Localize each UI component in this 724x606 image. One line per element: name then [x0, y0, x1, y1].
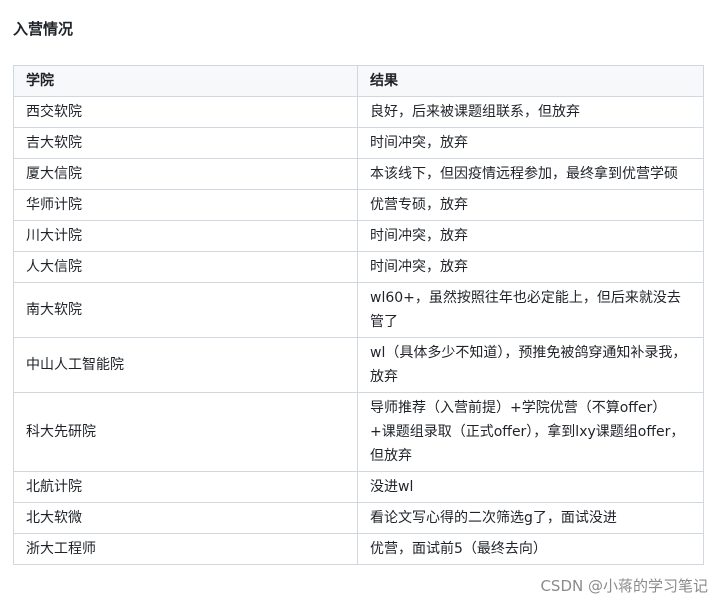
table-row: 吉大软院 时间冲突，放弃	[13, 127, 704, 159]
school-cell: 华师计院	[13, 189, 358, 221]
csdn-watermark: CSDN @小蒋的学习笔记	[540, 577, 708, 595]
table-row: 南大软院 wl60+，虽然按照往年也必定能上，但后来就没去管了	[13, 282, 704, 338]
school-cell: 吉大软院	[13, 127, 358, 159]
table-row: 中山人工智能院 wl（具体多少不知道），预推免被鸽穿通知补录我，放弃	[13, 337, 704, 393]
result-cell: 没进wl	[357, 471, 704, 503]
school-cell: 南大软院	[13, 282, 358, 338]
result-cell: 优营，面试前5（最终去向）	[357, 533, 704, 565]
result-cell: 优营专硕，放弃	[357, 189, 704, 221]
school-cell: 西交软院	[13, 96, 358, 128]
column-header-school: 学院	[13, 65, 358, 97]
result-cell: 导师推荐（入营前提）+学院优营（不算offer）+课题组录取（正式offer），…	[357, 392, 704, 472]
table-row: 川大计院 时间冲突，放弃	[13, 220, 704, 252]
table-header-row: 学院 结果	[13, 65, 704, 97]
result-cell: 时间冲突，放弃	[357, 251, 704, 283]
school-cell: 北大软微	[13, 502, 358, 534]
result-cell: 时间冲突，放弃	[357, 220, 704, 252]
table-row: 浙大工程师 优营，面试前5（最终去向）	[13, 533, 704, 565]
table-row: 华师计院 优营专硕，放弃	[13, 189, 704, 221]
school-cell: 浙大工程师	[13, 533, 358, 565]
admission-results-table: 学院 结果 西交软院 良好，后来被课题组联系，但放弃 吉大软院 时间冲突，放弃 …	[13, 65, 704, 565]
school-cell: 中山人工智能院	[13, 337, 358, 393]
school-cell: 川大计院	[13, 220, 358, 252]
school-cell: 厦大信院	[13, 158, 358, 190]
section-heading: 入营情况	[13, 20, 74, 38]
school-cell: 人大信院	[13, 251, 358, 283]
result-cell: wl（具体多少不知道），预推免被鸽穿通知补录我，放弃	[357, 337, 704, 393]
result-cell: wl60+，虽然按照往年也必定能上，但后来就没去管了	[357, 282, 704, 338]
table-row: 北大软微 看论文写心得的二次筛选g了，面试没进	[13, 502, 704, 534]
school-cell: 北航计院	[13, 471, 358, 503]
result-cell: 看论文写心得的二次筛选g了，面试没进	[357, 502, 704, 534]
school-cell: 科大先研院	[13, 392, 358, 472]
column-header-result: 结果	[357, 65, 704, 97]
result-cell: 本该线下，但因疫情远程参加，最终拿到优营学硕	[357, 158, 704, 190]
table-row: 厦大信院 本该线下，但因疫情远程参加，最终拿到优营学硕	[13, 158, 704, 190]
result-cell: 良好，后来被课题组联系，但放弃	[357, 96, 704, 128]
table-row: 北航计院 没进wl	[13, 471, 704, 503]
table-row: 人大信院 时间冲突，放弃	[13, 251, 704, 283]
table-row: 西交软院 良好，后来被课题组联系，但放弃	[13, 96, 704, 128]
table-row: 科大先研院 导师推荐（入营前提）+学院优营（不算offer）+课题组录取（正式o…	[13, 392, 704, 472]
result-cell: 时间冲突，放弃	[357, 127, 704, 159]
